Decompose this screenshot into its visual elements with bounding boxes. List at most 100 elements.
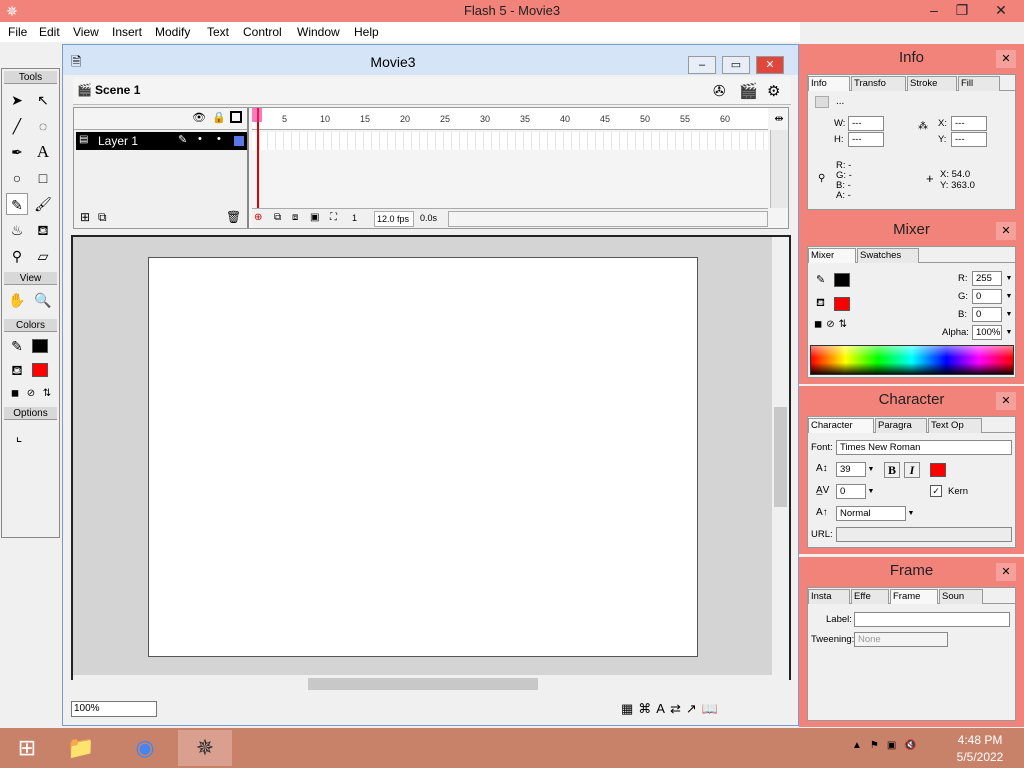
arrow-tool-icon[interactable]: ➤ [6,89,28,111]
tab-frame[interactable]: Frame [890,589,938,604]
ink-bottle-tool-icon[interactable]: ♨ [6,219,28,241]
playhead-marker[interactable] [252,108,262,122]
lasso-tool-icon[interactable]: ◌ [32,115,54,137]
eyedropper-tool-icon[interactable]: ⚲ [6,245,28,267]
stage-vscroll[interactable] [772,237,789,677]
menu-file[interactable]: File [8,25,27,39]
tweening-select[interactable]: None [854,632,948,647]
layer-lock-dot[interactable]: • [217,133,221,145]
launcher-icons[interactable]: ▦⌘A⇄↗📖 [621,701,723,717]
stage-hscroll[interactable] [73,675,789,692]
menu-edit[interactable]: Edit [39,25,60,39]
mixer-alpha-field[interactable]: 100% [972,325,1002,340]
mixer-close-button[interactable]: ✕ [996,222,1016,240]
edit-scene-icon[interactable]: 🎬 [739,82,758,100]
frame-label-field[interactable] [854,612,1010,627]
edit-symbol-icon[interactable]: ⚙ [767,82,780,100]
layer-row[interactable]: ▤ Layer 1 ✎ • • [76,132,247,150]
tab-fill[interactable]: Fill [958,76,1000,91]
tracking-field[interactable]: 0 [836,484,866,499]
font-size-field[interactable]: 39 [836,462,866,477]
onion-skin-icon[interactable]: ⧉ [274,212,281,223]
font-size-dropdown-icon[interactable]: ▼ [866,463,876,476]
stage-canvas[interactable] [148,257,698,657]
menu-control[interactable]: Control [243,25,282,39]
url-field[interactable] [836,527,1012,542]
hand-tool-icon[interactable]: ✋ [6,289,28,311]
close-button[interactable]: ✕ [985,0,1017,22]
tab-info[interactable]: Info [808,76,850,91]
mixer-fill-swatch[interactable] [834,297,850,311]
mixer-stroke-swatch[interactable] [834,273,850,287]
rectangle-tool-icon[interactable]: □ [32,167,54,189]
hscroll-thumb[interactable] [308,678,538,690]
eraser-tool-icon[interactable]: ▱ [32,245,54,267]
tracking-dropdown-icon[interactable]: ▼ [866,485,876,498]
tab-character[interactable]: Character [808,418,874,433]
fill-color-swatch[interactable] [32,363,48,377]
mixer-g-field[interactable]: 0 [972,289,1002,304]
system-tray-icons[interactable]: ▲⚑▣🔇 [852,740,925,751]
frame-view-menu-icon[interactable]: ⇹ [770,108,788,130]
movie-close-button[interactable]: ✕ [756,56,784,74]
menu-insert[interactable]: Insert [112,25,142,39]
clock-date[interactable]: 5/5/2022 [950,750,1010,764]
tab-paragraph[interactable]: Paragra [875,418,927,433]
vscroll-thumb[interactable] [774,407,787,507]
edit-multiple-frames-icon[interactable]: ▣ [310,212,319,223]
menu-view[interactable]: View [73,25,99,39]
italic-button[interactable]: I [904,462,920,478]
mixer-b-field[interactable]: 0 [972,307,1002,322]
tab-stroke[interactable]: Stroke [907,76,957,91]
info-close-button[interactable]: ✕ [996,50,1016,68]
tab-mixer[interactable]: Mixer [808,248,856,263]
lock-icon[interactable]: 🔒 [212,111,226,124]
layer-visible-dot[interactable]: • [198,133,202,145]
tab-swatches[interactable]: Swatches [857,248,919,263]
add-guide-layer-icon[interactable]: ⧉ [98,210,107,225]
frame-close-button[interactable]: ✕ [996,563,1016,581]
clock-time[interactable]: 4:48 PM [950,733,1010,747]
layer-frames[interactable] [252,132,768,150]
font-select[interactable]: Times New Roman [836,440,1012,455]
tab-effect[interactable]: Effe [851,589,889,604]
pencil-tool-icon[interactable]: ✎ [6,193,28,215]
edit-symbols-icon[interactable]: ✇ [713,82,726,100]
bold-button[interactable]: B [884,462,900,478]
chrome-icon[interactable]: ◉ [118,730,172,766]
restore-button[interactable]: ❐ [946,0,978,22]
menu-help[interactable]: Help [354,25,379,39]
onion-outline-icon[interactable]: ⧈ [292,212,298,223]
mixer-r-field[interactable]: 255 [972,271,1002,286]
kern-checkbox[interactable]: ✓ [930,485,942,497]
pen-tool-icon[interactable]: ✒ [6,141,28,163]
movie-minimize-button[interactable]: – [688,56,716,74]
character-close-button[interactable]: ✕ [996,392,1016,410]
snap-option-icon[interactable]: ⌞ [8,425,30,447]
baseline-select[interactable]: Normal [836,506,906,521]
subselect-tool-icon[interactable]: ↖ [32,89,54,111]
x-field[interactable]: --- [951,116,987,131]
timeline-hscroll[interactable] [448,211,768,227]
delete-layer-icon[interactable]: 🗑 [226,210,241,224]
start-button-icon[interactable]: ⊞ [0,730,54,766]
swap-colors-icon[interactable]: ⇅ [36,383,58,405]
tab-text-options[interactable]: Text Op [928,418,982,433]
menu-text[interactable]: Text [207,25,229,39]
brush-tool-icon[interactable]: 🖌 [32,193,54,215]
center-frame-icon[interactable]: ⊕ [254,212,262,223]
color-spectrum[interactable] [810,345,1014,375]
mixer-r-dropdown-icon[interactable]: ▼ [1004,272,1014,285]
menu-modify[interactable]: Modify [155,25,190,39]
y-field[interactable]: --- [951,132,987,147]
paint-bucket-tool-icon[interactable]: ⛾ [32,219,54,241]
tab-transform[interactable]: Transfo [851,76,906,91]
zoom-tool-icon[interactable]: 🔍 [32,289,54,311]
file-explorer-icon[interactable]: 📁 [54,730,108,766]
outline-icon[interactable] [230,111,242,123]
zoom-select[interactable]: 100% [71,701,157,717]
text-tool-icon[interactable]: A [32,141,54,163]
mixer-color-buttons[interactable]: ◼⊘⇅ [814,319,851,330]
oval-tool-icon[interactable]: ○ [6,167,28,189]
mixer-b-dropdown-icon[interactable]: ▼ [1004,308,1014,321]
